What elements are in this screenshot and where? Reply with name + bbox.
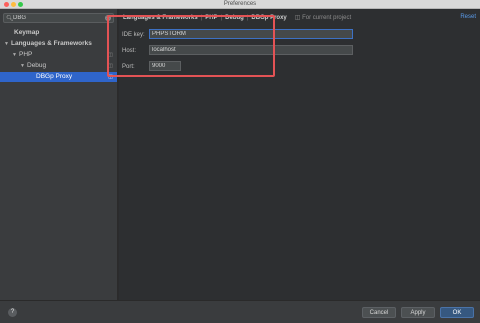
sidebar-item-label: DBGp Proxy: [36, 73, 73, 80]
window-title: Preferences: [223, 1, 257, 7]
breadcrumb-separator: |: [200, 15, 203, 21]
sidebar-item-dbgp-proxy[interactable]: DBGp Proxy ◫: [0, 72, 117, 82]
sidebar-item-label: Debug: [27, 62, 47, 69]
expand-triangle-icon[interactable]: ▼: [20, 61, 27, 71]
sidebar-item-languages-frameworks[interactable]: ▼ Languages & Frameworks: [0, 39, 117, 49]
settings-sidebar: 🔍︎ ✕ Keymap ▼Languages & Frameworks ▼PHP…: [0, 9, 118, 300]
expand-triangle-icon[interactable]: ▼: [12, 50, 19, 60]
breadcrumb-item: DBGp Proxy: [251, 15, 287, 21]
project-scope-icon: ◫: [108, 63, 113, 69]
port-label: Port:: [122, 64, 135, 70]
dialog-footer: ? Cancel Apply OK: [0, 300, 480, 323]
ok-button[interactable]: OK: [440, 307, 474, 318]
settings-search[interactable]: 🔍︎ ✕: [3, 13, 114, 23]
sidebar-item-php[interactable]: ▼ PHP ◫: [0, 50, 117, 60]
host-label: Host:: [122, 48, 137, 54]
expand-triangle-icon[interactable]: ▼: [4, 39, 11, 49]
clear-search-icon[interactable]: ✕: [105, 15, 111, 21]
breadcrumb-item: Languages & Frameworks: [123, 15, 198, 21]
project-scope-icon: ◫: [294, 15, 303, 21]
breadcrumb-separator: |: [246, 15, 249, 21]
scope-label: For current project: [302, 15, 352, 21]
ide-key-label: IDE key:: [122, 32, 145, 38]
reset-link[interactable]: Reset: [460, 14, 476, 20]
cancel-button[interactable]: Cancel: [362, 307, 396, 318]
search-input[interactable]: [13, 14, 101, 22]
port-field[interactable]: [149, 61, 181, 71]
apply-button[interactable]: Apply: [401, 307, 435, 318]
project-scope-icon: ◫: [108, 52, 113, 58]
ide-key-field[interactable]: [149, 29, 353, 39]
breadcrumb: Languages & Frameworks | PHP | Debug | DBGp Pr…: [123, 14, 351, 21]
sidebar-item-keymap[interactable]: Keymap: [0, 28, 117, 38]
sidebar-item-debug[interactable]: ▼ Debug ◫: [0, 61, 117, 71]
sidebar-item-label: Keymap: [14, 29, 40, 36]
breadcrumb-separator: |: [220, 15, 223, 21]
sidebar-item-label: PHP: [19, 51, 33, 58]
scope-note: ◫ For current project: [295, 15, 351, 21]
settings-panel: Languages & Frameworks | PHP | Debug | DBGp Pr…: [119, 9, 480, 300]
project-scope-icon: ◫: [108, 74, 113, 80]
host-field[interactable]: [149, 45, 353, 55]
title-bar: Preferences: [0, 0, 480, 9]
sidebar-item-label: Languages & Frameworks: [11, 40, 92, 47]
help-icon[interactable]: ?: [8, 308, 17, 317]
breadcrumb-item: Debug: [225, 15, 244, 21]
breadcrumb-item: PHP: [205, 15, 218, 21]
